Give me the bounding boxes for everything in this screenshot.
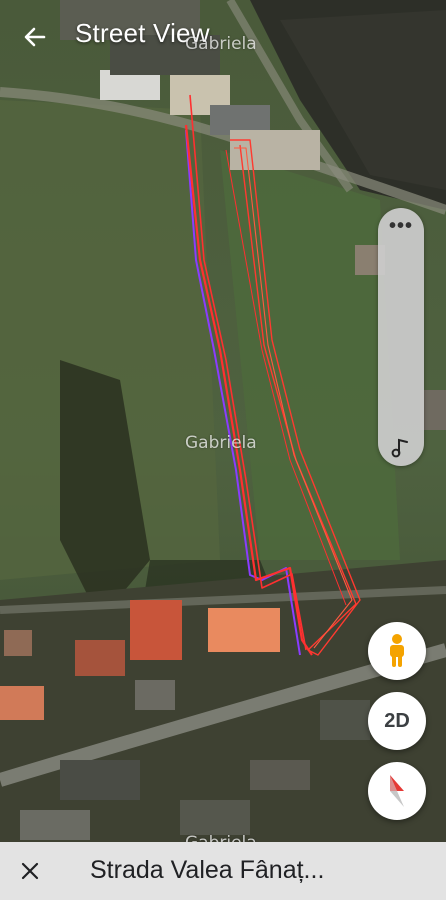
pegman-button[interactable] bbox=[368, 622, 426, 680]
elevation-slider[interactable]: ••• bbox=[378, 208, 424, 466]
place-bar: Strada Valea Fânaț... bbox=[0, 842, 446, 900]
2d-toggle-button[interactable]: 2D bbox=[368, 692, 426, 750]
compass-icon bbox=[390, 775, 404, 807]
watermark: Gabriela bbox=[185, 34, 257, 54]
watermark: Gabriela bbox=[185, 433, 257, 453]
more-dots-icon[interactable]: ••• bbox=[378, 216, 424, 236]
back-arrow-icon[interactable] bbox=[18, 20, 52, 54]
2d-label: 2D bbox=[384, 709, 410, 732]
pegman-icon bbox=[390, 634, 404, 667]
place-name[interactable]: Strada Valea Fânaț... bbox=[90, 856, 324, 885]
compass-button[interactable] bbox=[368, 762, 426, 820]
close-icon[interactable] bbox=[14, 855, 46, 887]
music-note-icon bbox=[391, 438, 408, 458]
slider-knob[interactable] bbox=[378, 428, 424, 466]
